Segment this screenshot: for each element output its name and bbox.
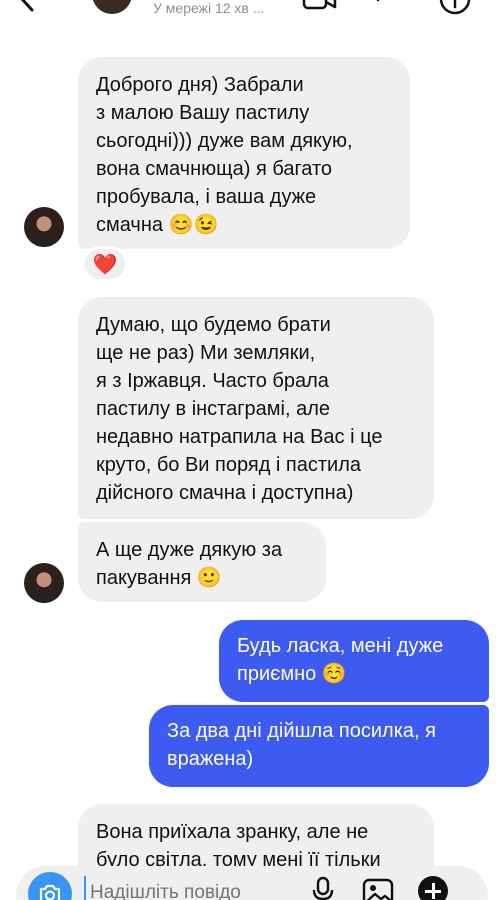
incoming-message[interactable]: Доброго дня) Забрали з малою Вашу пастил… [78, 57, 410, 249]
contact-avatar[interactable] [24, 207, 64, 247]
message-input[interactable] [90, 882, 280, 900]
online-status: У мережі 12 хв ... [153, 0, 265, 16]
incoming-message[interactable]: Думаю, що будемо брати ще не раз) Ми зем… [78, 297, 434, 519]
header-avatar[interactable] [92, 0, 132, 14]
microphone-icon[interactable] [312, 876, 334, 900]
outgoing-message[interactable]: За два дні дійшла посилка, я вражена) [149, 705, 489, 787]
outgoing-message[interactable]: Будь ласка, мені дуже приємно ☺️ [219, 620, 489, 702]
image-icon[interactable] [362, 878, 394, 900]
incoming-message[interactable]: А ще дуже дякую за пакування 🙂 [78, 522, 326, 602]
plus-icon[interactable] [418, 876, 448, 900]
camera-icon [39, 884, 61, 900]
chat-header: У мережі 12 хв ... [0, 0, 500, 20]
heart-reaction[interactable]: ❤️ [82, 246, 128, 282]
text-cursor [84, 876, 86, 900]
contact-avatar[interactable] [24, 563, 64, 603]
back-arrow-icon[interactable] [16, 0, 42, 12]
info-icon[interactable] [438, 0, 472, 16]
phone-icon[interactable] [368, 0, 388, 8]
video-call-icon[interactable] [302, 0, 338, 10]
